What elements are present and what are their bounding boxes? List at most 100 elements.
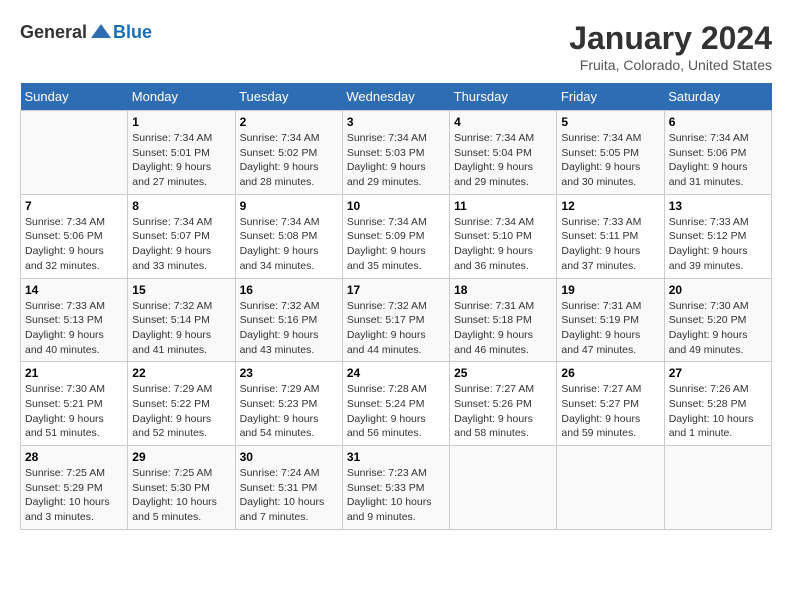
day-info: Sunrise: 7:29 AMSunset: 5:23 PMDaylight:… (240, 382, 338, 441)
calendar-cell: 15 Sunrise: 7:32 AMSunset: 5:14 PMDayligh… (128, 278, 235, 362)
day-number: 16 (240, 283, 338, 297)
day-number: 12 (561, 199, 659, 213)
calendar-cell: 5 Sunrise: 7:34 AMSunset: 5:05 PMDaylight… (557, 111, 664, 195)
calendar-cell: 29Sunrise: 7:25 AMSunset: 5:30 PMDayligh… (128, 446, 235, 530)
day-info: Sunrise: 7:34 AMSunset: 5:08 PMDaylight:… (240, 215, 338, 274)
day-info: Sunrise: 7:32 AMSunset: 5:16 PMDaylight:… (240, 299, 338, 358)
day-number: 24 (347, 366, 445, 380)
page-header: General Blue January 2024 Fruita, Colora… (20, 20, 772, 73)
calendar-cell: 7 Sunrise: 7:34 AMSunset: 5:06 PMDaylight… (21, 194, 128, 278)
day-info: Sunrise: 7:26 AMSunset: 5:28 PMDaylight:… (669, 382, 767, 441)
day-info: Sunrise: 7:33 AMSunset: 5:12 PMDaylight:… (669, 215, 767, 274)
day-number: 1 (132, 115, 230, 129)
calendar-cell: 16 Sunrise: 7:32 AMSunset: 5:16 PMDayligh… (235, 278, 342, 362)
day-number: 22 (132, 366, 230, 380)
calendar-cell: 3 Sunrise: 7:34 AMSunset: 5:03 PMDaylight… (342, 111, 449, 195)
calendar-cell: 22Sunrise: 7:29 AMSunset: 5:22 PMDayligh… (128, 362, 235, 446)
day-number: 5 (561, 115, 659, 129)
calendar-cell: 21Sunrise: 7:30 AMSunset: 5:21 PMDayligh… (21, 362, 128, 446)
calendar-cell: 1 Sunrise: 7:34 AMSunset: 5:01 PMDaylight… (128, 111, 235, 195)
calendar-cell: 12 Sunrise: 7:33 AMSunset: 5:11 PMDayligh… (557, 194, 664, 278)
day-info: Sunrise: 7:34 AMSunset: 5:01 PMDaylight:… (132, 131, 230, 190)
calendar-cell: 27 Sunrise: 7:26 AMSunset: 5:28 PMDayligh… (664, 362, 771, 446)
day-info: Sunrise: 7:33 AMSunset: 5:11 PMDaylight:… (561, 215, 659, 274)
calendar-body: 1 Sunrise: 7:34 AMSunset: 5:01 PMDaylight… (21, 111, 772, 530)
day-info: Sunrise: 7:23 AMSunset: 5:33 PMDaylight:… (347, 466, 445, 525)
day-info: Sunrise: 7:31 AMSunset: 5:18 PMDaylight:… (454, 299, 552, 358)
day-info: Sunrise: 7:34 AMSunset: 5:03 PMDaylight:… (347, 131, 445, 190)
day-number: 7 (25, 199, 123, 213)
logo: General Blue (20, 20, 152, 44)
day-info: Sunrise: 7:28 AMSunset: 5:24 PMDaylight:… (347, 382, 445, 441)
day-info: Sunrise: 7:34 AMSunset: 5:09 PMDaylight:… (347, 215, 445, 274)
day-number: 11 (454, 199, 552, 213)
day-number: 17 (347, 283, 445, 297)
day-number: 26 (561, 366, 659, 380)
main-title: January 2024 (569, 20, 772, 57)
calendar-cell: 28 Sunrise: 7:25 AMSunset: 5:29 PMDayligh… (21, 446, 128, 530)
day-number: 8 (132, 199, 230, 213)
calendar-table: SundayMondayTuesdayWednesdayThursdayFrid… (20, 83, 772, 530)
day-number: 15 (132, 283, 230, 297)
day-number: 30 (240, 450, 338, 464)
header-cell-friday: Friday (557, 83, 664, 111)
day-info: Sunrise: 7:24 AMSunset: 5:31 PMDaylight:… (240, 466, 338, 525)
logo-blue-text: Blue (113, 22, 152, 43)
subtitle: Fruita, Colorado, United States (569, 57, 772, 73)
day-number: 23 (240, 366, 338, 380)
calendar-cell: 4 Sunrise: 7:34 AMSunset: 5:04 PMDaylight… (450, 111, 557, 195)
calendar-cell: 9 Sunrise: 7:34 AMSunset: 5:08 PMDaylight… (235, 194, 342, 278)
day-info: Sunrise: 7:30 AMSunset: 5:21 PMDaylight:… (25, 382, 123, 441)
header-cell-tuesday: Tuesday (235, 83, 342, 111)
day-number: 4 (454, 115, 552, 129)
calendar-cell: 30 Sunrise: 7:24 AMSunset: 5:31 PMDayligh… (235, 446, 342, 530)
day-number: 31 (347, 450, 445, 464)
day-info: Sunrise: 7:34 AMSunset: 5:06 PMDaylight:… (669, 131, 767, 190)
calendar-cell: 17 Sunrise: 7:32 AMSunset: 5:17 PMDayligh… (342, 278, 449, 362)
day-number: 27 (669, 366, 767, 380)
header-cell-thursday: Thursday (450, 83, 557, 111)
calendar-cell: 31 Sunrise: 7:23 AMSunset: 5:33 PMDayligh… (342, 446, 449, 530)
calendar-cell: 10 Sunrise: 7:34 AMSunset: 5:09 PMDayligh… (342, 194, 449, 278)
day-info: Sunrise: 7:27 AMSunset: 5:26 PMDaylight:… (454, 382, 552, 441)
day-info: Sunrise: 7:25 AMSunset: 5:29 PMDaylight:… (25, 466, 123, 525)
calendar-cell (450, 446, 557, 530)
week-row-4: 21Sunrise: 7:30 AMSunset: 5:21 PMDayligh… (21, 362, 772, 446)
day-info: Sunrise: 7:32 AMSunset: 5:17 PMDaylight:… (347, 299, 445, 358)
day-number: 10 (347, 199, 445, 213)
day-info: Sunrise: 7:34 AMSunset: 5:04 PMDaylight:… (454, 131, 552, 190)
day-number: 13 (669, 199, 767, 213)
day-number: 18 (454, 283, 552, 297)
week-row-5: 28 Sunrise: 7:25 AMSunset: 5:29 PMDayligh… (21, 446, 772, 530)
day-info: Sunrise: 7:34 AMSunset: 5:02 PMDaylight:… (240, 131, 338, 190)
calendar-cell (21, 111, 128, 195)
calendar-cell: 26Sunrise: 7:27 AMSunset: 5:27 PMDayligh… (557, 362, 664, 446)
calendar-cell (664, 446, 771, 530)
day-info: Sunrise: 7:25 AMSunset: 5:30 PMDaylight:… (132, 466, 230, 525)
calendar-cell: 24 Sunrise: 7:28 AMSunset: 5:24 PMDayligh… (342, 362, 449, 446)
day-number: 2 (240, 115, 338, 129)
day-info: Sunrise: 7:33 AMSunset: 5:13 PMDaylight:… (25, 299, 123, 358)
header-row: SundayMondayTuesdayWednesdayThursdayFrid… (21, 83, 772, 111)
day-number: 3 (347, 115, 445, 129)
calendar-cell: 23 Sunrise: 7:29 AMSunset: 5:23 PMDayligh… (235, 362, 342, 446)
day-number: 28 (25, 450, 123, 464)
calendar-cell: 8Sunrise: 7:34 AMSunset: 5:07 PMDaylight… (128, 194, 235, 278)
calendar-cell: 6 Sunrise: 7:34 AMSunset: 5:06 PMDaylight… (664, 111, 771, 195)
day-number: 20 (669, 283, 767, 297)
week-row-1: 1 Sunrise: 7:34 AMSunset: 5:01 PMDaylight… (21, 111, 772, 195)
calendar-cell: 13 Sunrise: 7:33 AMSunset: 5:12 PMDayligh… (664, 194, 771, 278)
calendar-cell: 14Sunrise: 7:33 AMSunset: 5:13 PMDayligh… (21, 278, 128, 362)
calendar-cell: 25 Sunrise: 7:27 AMSunset: 5:26 PMDayligh… (450, 362, 557, 446)
day-number: 6 (669, 115, 767, 129)
calendar-cell: 19Sunrise: 7:31 AMSunset: 5:19 PMDayligh… (557, 278, 664, 362)
calendar-cell: 2 Sunrise: 7:34 AMSunset: 5:02 PMDaylight… (235, 111, 342, 195)
day-number: 9 (240, 199, 338, 213)
day-info: Sunrise: 7:34 AMSunset: 5:05 PMDaylight:… (561, 131, 659, 190)
day-info: Sunrise: 7:31 AMSunset: 5:19 PMDaylight:… (561, 299, 659, 358)
day-info: Sunrise: 7:32 AMSunset: 5:14 PMDaylight:… (132, 299, 230, 358)
week-row-3: 14Sunrise: 7:33 AMSunset: 5:13 PMDayligh… (21, 278, 772, 362)
day-info: Sunrise: 7:34 AMSunset: 5:06 PMDaylight:… (25, 215, 123, 274)
day-number: 25 (454, 366, 552, 380)
day-info: Sunrise: 7:34 AMSunset: 5:10 PMDaylight:… (454, 215, 552, 274)
